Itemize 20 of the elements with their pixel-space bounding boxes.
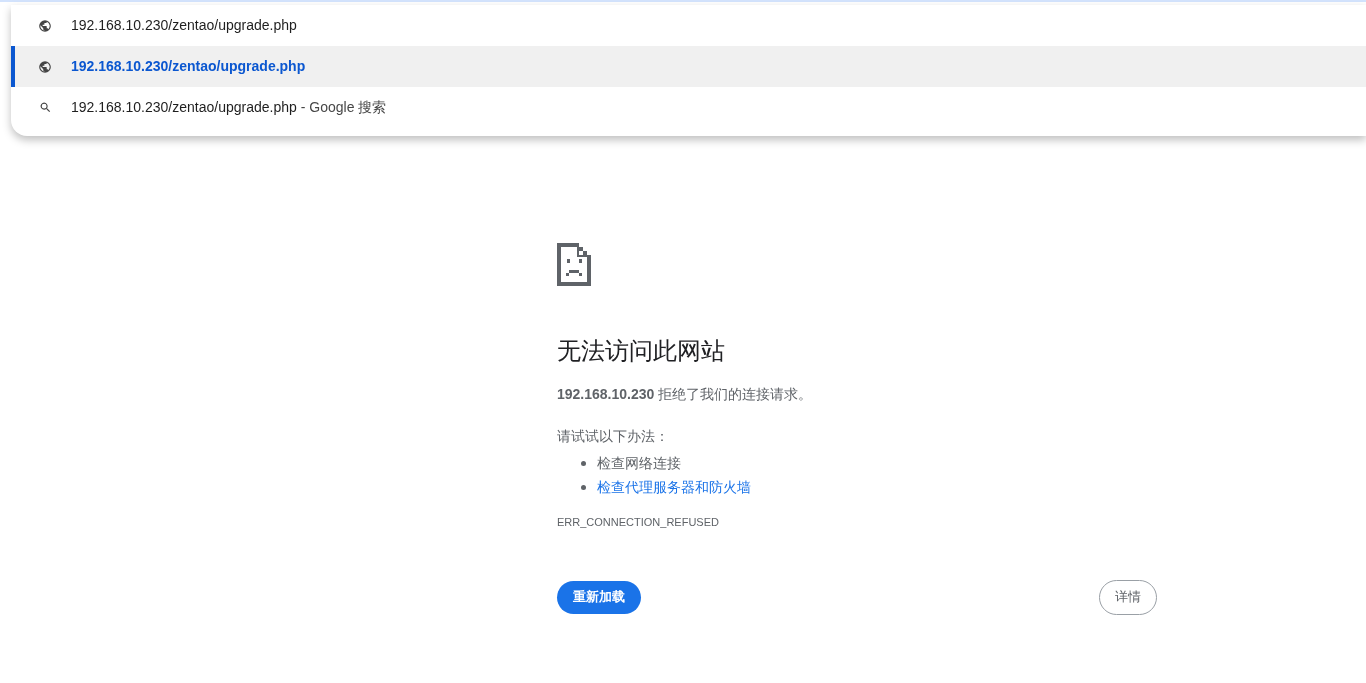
sad-page-icon bbox=[557, 243, 591, 286]
globe-icon bbox=[38, 18, 52, 33]
suggestion-link[interactable]: 检查代理服务器和防火墙 bbox=[597, 476, 751, 498]
suggestion-suffix: - Google 搜索 bbox=[300, 98, 387, 117]
suggestion-text: 192.168.10.230/zentao/upgrade.php bbox=[71, 98, 297, 117]
suggestion-item[interactable]: 192.168.10.230/zentao/upgrade.php - Google 搜索 bbox=[11, 87, 1366, 128]
error-code: ERR_CONNECTION_REFUSED bbox=[557, 515, 720, 530]
bullet-icon bbox=[581, 484, 586, 490]
error-message: 192.168.10.230 拒绝了我们的连接请求。 bbox=[557, 385, 814, 404]
error-title: 无法访问此网站 bbox=[557, 336, 726, 366]
suggestions-heading: 请试试以下办法： bbox=[557, 427, 670, 446]
suggestion-item[interactable]: 192.168.10.230/zentao/upgrade.php bbox=[11, 46, 1366, 87]
suggestion-text: 192.168.10.230/zentao/upgrade.php bbox=[71, 16, 297, 35]
suggestion-text: 192.168.10.230/zentao/upgrade.php bbox=[71, 57, 306, 76]
suggestion-text: 检查网络连接 bbox=[597, 453, 681, 473]
reload-button[interactable]: 重新加载 bbox=[557, 580, 641, 614]
globe-icon bbox=[38, 59, 52, 74]
search-icon bbox=[38, 101, 52, 114]
bullet-icon bbox=[581, 460, 586, 466]
suggestion-item[interactable]: 192.168.10.230/zentao/upgrade.php bbox=[11, 5, 1366, 46]
